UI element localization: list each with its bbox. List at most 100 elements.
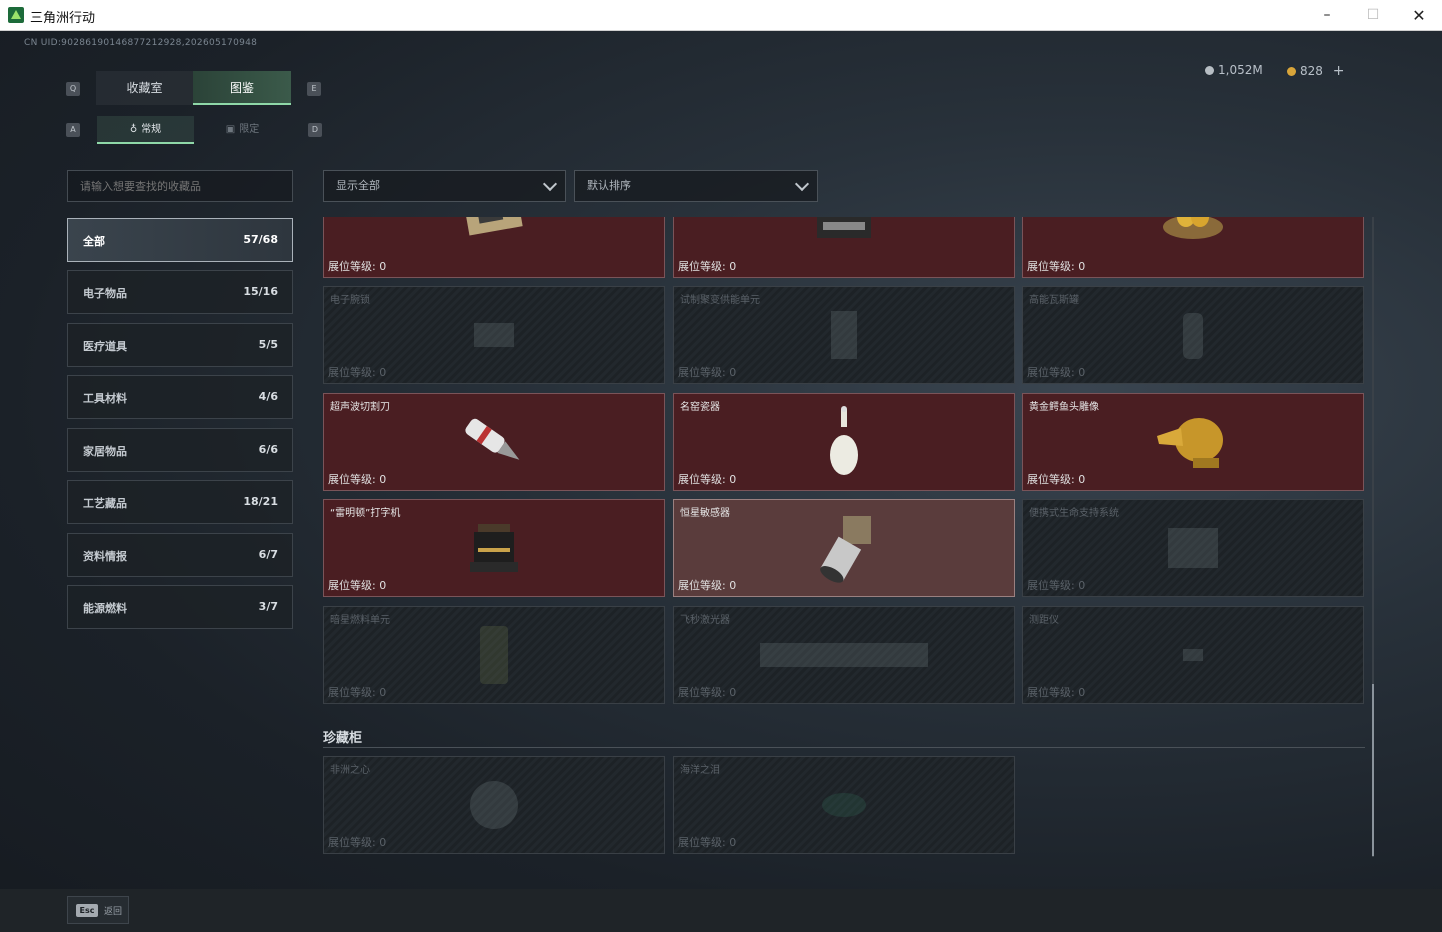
booth-level: 展位等级: 0 xyxy=(678,684,736,700)
item-card[interactable]: “雷明顿”打字机 展位等级: 0 xyxy=(323,499,665,597)
booth-level-label: 展位等级: xyxy=(1027,366,1075,379)
booth-level: 展位等级: 0 xyxy=(328,471,386,487)
booth-level-label: 展位等级: xyxy=(678,836,726,849)
electronic-lock-icon xyxy=(474,323,514,347)
filter-show-dropdown[interactable]: 显示全部 xyxy=(323,170,566,202)
item-card[interactable]: 飞秒激光器 展位等级: 0 xyxy=(673,606,1015,704)
item-card[interactable]: 试制聚变供能单元 展位等级: 0 xyxy=(673,286,1015,384)
subtab-regular[interactable]: ♁ 常规 xyxy=(97,116,194,144)
booth-level-value: 0 xyxy=(729,579,737,592)
item-card[interactable]: 名窑瓷器 展位等级: 0 xyxy=(673,393,1015,491)
tab-codex[interactable]: 图鉴 xyxy=(193,71,291,105)
booth-level: 展位等级: 0 xyxy=(1027,684,1085,700)
treasure-card[interactable]: 非洲之心 展位等级: 0 xyxy=(323,756,665,854)
window-titlebar: 三角洲行动 – ☐ ✕ xyxy=(0,0,1442,31)
booth-level: 展位等级: 0 xyxy=(1027,364,1085,380)
esc-key-icon: Esc xyxy=(76,904,98,917)
item-name: 超声波切割刀 xyxy=(330,402,390,413)
treasure-cabinet-title: 珍藏柜 xyxy=(323,731,363,746)
category-label: 工艺藏品 xyxy=(83,497,127,510)
item-name: 高能瓦斯罐 xyxy=(1029,295,1079,306)
booth-level: 展位等级: 0 xyxy=(678,471,736,487)
silver-currency: 1,052M xyxy=(1205,63,1263,77)
gold-amount: 828 xyxy=(1300,64,1323,78)
item-name: 飞秒激光器 xyxy=(680,615,730,626)
tab-collection-room[interactable]: 收藏室 xyxy=(96,71,193,105)
section-divider xyxy=(323,747,1365,748)
category-intel[interactable]: 资料情报 6/7 xyxy=(67,533,293,577)
booth-level-value: 0 xyxy=(1078,473,1086,486)
fuel-cell-icon xyxy=(480,626,508,684)
item-name: 名窑瓷器 xyxy=(680,402,720,413)
category-tools[interactable]: 工具材料 4/6 xyxy=(67,375,293,419)
category-medical[interactable]: 医疗道具 5/5 xyxy=(67,323,293,367)
porcelain-vase-icon xyxy=(830,406,858,475)
booth-level-value: 0 xyxy=(1078,366,1086,379)
item-card[interactable]: 暗星燃料单元 展位等级: 0 xyxy=(323,606,665,704)
subtab-limited[interactable]: ▣ 限定 xyxy=(194,116,291,144)
item-name: 测距仪 xyxy=(1029,615,1059,626)
sort-dropdown[interactable]: 默认排序 xyxy=(574,170,818,202)
booth-level-label: 展位等级: xyxy=(328,836,376,849)
booth-level-label: 展位等级: xyxy=(328,579,376,592)
treasure-card[interactable]: 海洋之泪 展位等级: 0 xyxy=(673,756,1015,854)
key-hint-d: D xyxy=(308,123,322,137)
maximize-button[interactable]: ☐ xyxy=(1350,0,1396,31)
booth-level: 展位等级: 0 xyxy=(328,577,386,593)
booth-level-label: 展位等级: xyxy=(678,579,726,592)
booth-level-label: 展位等级: xyxy=(678,473,726,486)
category-fuel[interactable]: 能源燃料 3/7 xyxy=(67,585,293,629)
item-name: 暗星燃料单元 xyxy=(330,615,390,626)
booth-level: 展位等级: 0 xyxy=(678,258,736,274)
chevron-down-icon xyxy=(794,176,810,192)
ultrasonic-cutter-icon xyxy=(465,418,520,460)
player-uid: CN UID:90286190146877212928,202605170948 xyxy=(24,38,258,48)
key-hint-e: E xyxy=(307,82,321,96)
search-input[interactable] xyxy=(67,170,293,202)
key-hint-q: Q xyxy=(66,82,80,96)
item-card[interactable]: 高能瓦斯罐 展位等级: 0 xyxy=(1022,286,1364,384)
category-count: 57/68 xyxy=(243,233,278,246)
category-count: 15/16 xyxy=(243,285,278,298)
silver-amount: 1,052M xyxy=(1218,63,1263,77)
item-card[interactable]: 测距仪 展位等级: 0 xyxy=(1022,606,1364,704)
gas-canister-icon xyxy=(1183,313,1203,359)
item-card[interactable]: 恒星敏感器 展位等级: 0 xyxy=(673,499,1015,597)
flask-icon: ♁ xyxy=(129,124,138,135)
gem-icon xyxy=(822,793,866,817)
back-button[interactable]: Esc 返回 xyxy=(67,896,129,924)
subtab-limited-label: 限定 xyxy=(239,124,260,135)
add-currency-button[interactable]: + xyxy=(1333,63,1345,79)
limited-icon: ▣ xyxy=(225,124,236,135)
booth-level-value: 0 xyxy=(379,686,387,699)
item-card[interactable]: 展位等级: 0 xyxy=(1022,217,1364,278)
sort-value: 默认排序 xyxy=(587,179,631,192)
item-card[interactable]: 电子腕锁 展位等级: 0 xyxy=(323,286,665,384)
item-name: 试制聚变供能单元 xyxy=(680,295,760,306)
category-label: 电子物品 xyxy=(83,287,127,300)
item-name: “雷明顿”打字机 xyxy=(330,508,401,519)
close-button[interactable]: ✕ xyxy=(1396,0,1442,31)
category-household[interactable]: 家居物品 6/6 xyxy=(67,428,293,472)
item-name: 便携式生命支持系统 xyxy=(1029,508,1119,519)
circuit-board-icon xyxy=(465,217,523,236)
booth-level-value: 0 xyxy=(729,366,737,379)
booth-level-label: 展位等级: xyxy=(1027,686,1075,699)
item-card[interactable]: 展位等级: 0 xyxy=(323,217,665,278)
item-card[interactable]: 黄金鳄鱼头雕像 展位等级: 0 xyxy=(1022,393,1364,491)
category-label: 工具材料 xyxy=(83,392,127,405)
scrollbar-thumb[interactable] xyxy=(1372,684,1374,856)
item-name: 恒星敏感器 xyxy=(680,508,730,519)
booth-level-value: 0 xyxy=(729,836,737,849)
category-electronics[interactable]: 电子物品 15/16 xyxy=(67,270,293,314)
category-crafts[interactable]: 工艺藏品 18/21 xyxy=(67,480,293,524)
minimize-button[interactable]: – xyxy=(1304,0,1350,31)
typewriter-icon xyxy=(470,524,518,572)
item-card[interactable]: 展位等级: 0 xyxy=(673,217,1015,278)
item-card[interactable]: 便携式生命支持系统 展位等级: 0 xyxy=(1022,499,1364,597)
booth-level-label: 展位等级: xyxy=(328,260,376,273)
chevron-down-icon xyxy=(542,176,558,192)
item-card[interactable]: 超声波切割刀 展位等级: 0 xyxy=(323,393,665,491)
category-all[interactable]: 全部 57/68 xyxy=(67,218,293,262)
app-logo-icon xyxy=(8,7,24,23)
